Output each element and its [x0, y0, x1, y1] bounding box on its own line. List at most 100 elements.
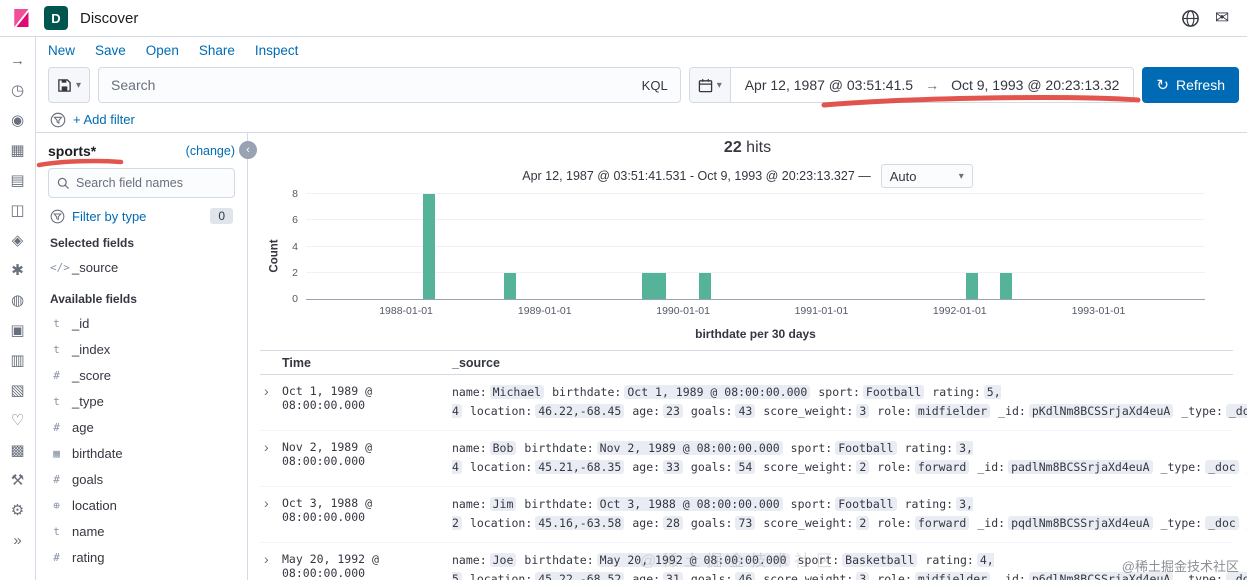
mail-icon[interactable]: ✉ — [1211, 7, 1233, 29]
apm-app-icon[interactable]: ▧ — [3, 375, 33, 405]
y-axis-tick-label: 0 — [292, 293, 298, 305]
metrics-app-icon[interactable]: ▣ — [3, 315, 33, 345]
x-axis-ticks: 1988-01-01 1989-01-01 1990-01-01 1991-01-01… — [306, 305, 1205, 320]
field-age[interactable]: # age — [48, 414, 235, 440]
kql-toggle[interactable]: KQL — [642, 78, 668, 93]
field-value: midfielder — [914, 404, 991, 418]
field-value: pqdlNm8BCSSrjaXd4euA — [1008, 516, 1153, 530]
x-axis-title: birthdate per 30 days — [695, 327, 816, 341]
date-quick-menu-button[interactable]: ▾ — [689, 68, 731, 102]
refresh-label: Refresh — [1175, 77, 1225, 93]
menu-inspect-link[interactable]: Inspect — [255, 43, 299, 58]
nav-expand-icon[interactable]: → — [3, 45, 33, 75]
menu-open-link[interactable]: Open — [146, 43, 179, 58]
field-location[interactable]: ⊕ location — [48, 492, 235, 518]
filter-icon[interactable] — [50, 112, 66, 128]
discover-menu: New Save Open Share Inspect — [36, 37, 1247, 63]
space-avatar[interactable]: D — [44, 6, 68, 30]
field-_source[interactable]: </> _source — [48, 254, 235, 280]
field-_type[interactable]: t _type — [48, 388, 235, 414]
menu-new-link[interactable]: New — [48, 43, 75, 58]
gridline — [306, 271, 1205, 273]
field-name: location — [72, 497, 117, 513]
menu-save-link[interactable]: Save — [95, 43, 126, 58]
field-birthdate[interactable]: ▦ birthdate — [48, 440, 235, 466]
y-axis-tick-label: 2 — [292, 266, 298, 279]
y-axis-title: Count — [268, 239, 281, 273]
search-input[interactable] — [111, 77, 634, 93]
field-_id[interactable]: t _id — [48, 310, 235, 336]
recently-viewed-icon[interactable]: ◷ — [3, 75, 33, 105]
field-value: 33 — [663, 460, 683, 474]
logs-app-icon[interactable]: ▥ — [3, 345, 33, 375]
table-row: › Nov 2, 1989 @ 08:00:00.000 name: Bob birth… — [260, 431, 1247, 487]
index-pattern-name[interactable]: sports* — [48, 143, 96, 159]
histogram-bar[interactable] — [642, 272, 655, 299]
histogram-bar[interactable] — [653, 272, 666, 299]
menu-share-link[interactable]: Share — [199, 43, 235, 58]
discover-app-icon[interactable]: ◉ — [3, 105, 33, 135]
available-fields-list: t _id t _index # _score t _type # age ▦ birthdate # g… — [46, 310, 237, 570]
field-value: _doc — [1205, 460, 1239, 474]
field-name[interactable]: t name — [48, 518, 235, 544]
add-filter-button[interactable]: + Add filter — [73, 112, 135, 127]
dev-tools-app-icon[interactable]: ⚒ — [3, 465, 33, 495]
filter-type-icon — [50, 209, 65, 223]
siem-app-icon[interactable]: ▩ — [3, 435, 33, 465]
field-value: Oct 3, 1988 @ 08:00:00.000 — [596, 497, 783, 511]
histogram-bar[interactable] — [422, 194, 435, 299]
saved-query-menu-button[interactable]: ▾ — [48, 67, 91, 103]
field-name: goals: — [690, 460, 733, 474]
field-value: 2 — [856, 460, 870, 474]
visualize-app-icon[interactable]: ▦ — [3, 135, 33, 165]
kibana-discover-page: D Discover ✉ → ◷ ◉ ▦ ▤ ◫ ◈ ✱ ◍ ▣ ▥ ▧ ♡ ▩ ⚒ ⚙» New Save Op… — [0, 0, 1247, 580]
maps-app-icon[interactable]: ◈ — [3, 225, 33, 255]
chevron-down-icon: ▾ — [76, 79, 82, 91]
collapse-sidebar-button[interactable]: ‹ — [239, 141, 257, 159]
expand-row-button[interactable]: › — [260, 495, 282, 533]
query-bar: ▾ KQL ▾ — [36, 63, 1247, 107]
field-_score[interactable]: # _score — [48, 362, 235, 388]
field-name: _source — [72, 259, 119, 275]
management-app-icon[interactable]: ⚙ — [3, 495, 33, 525]
histogram-bar[interactable] — [965, 272, 978, 299]
field-name: location: — [469, 404, 533, 418]
dashboard-app-icon[interactable]: ▤ — [3, 165, 33, 195]
field-search-input[interactable] — [76, 176, 226, 190]
date-picker: ▾ Apr 12, 1987 @ 03:51:41.5 → Oct 9, 199… — [688, 67, 1135, 103]
machine-learning-app-icon[interactable]: ✱ — [3, 255, 33, 285]
change-index-pattern-link[interactable]: (change) — [186, 144, 235, 158]
field-name: name: — [452, 497, 487, 511]
field-value: _doc — [1225, 404, 1247, 418]
collapse-nav-icon[interactable]: » — [3, 525, 33, 555]
uptime-app-icon[interactable]: ♡ — [3, 405, 33, 435]
histogram-bar[interactable] — [699, 272, 712, 299]
field-value: _doc — [1205, 516, 1239, 530]
field-value: Football — [862, 385, 925, 399]
field-value: _doc — [1225, 572, 1247, 580]
field-_index[interactable]: t _index — [48, 336, 235, 362]
y-axis-tick-label: 4 — [292, 240, 298, 253]
interval-select[interactable]: Auto ▾ — [880, 164, 973, 188]
row-time: Nov 2, 1989 @ 08:00:00.000 — [282, 440, 373, 468]
date-range: Apr 12, 1987 @ 03:51:41.5 → Oct 9, 1993 … — [731, 77, 1134, 93]
column-header-time[interactable]: Time — [260, 356, 452, 370]
kibana-logo-icon[interactable] — [8, 5, 34, 31]
graph-app-icon[interactable]: ◍ — [3, 285, 33, 315]
canvas-app-icon[interactable]: ◫ — [3, 195, 33, 225]
start-date-button[interactable]: Apr 12, 1987 @ 03:51:41.5 — [745, 77, 913, 93]
field-name: goals — [72, 471, 104, 487]
refresh-button[interactable]: ↻ Refresh — [1142, 67, 1239, 103]
expand-row-button[interactable]: › — [260, 439, 282, 477]
field-goals[interactable]: # goals — [48, 466, 235, 492]
histogram-bar[interactable] — [999, 272, 1012, 299]
filter-by-type-button[interactable]: Filter by type 0 — [50, 208, 233, 224]
globe-icon[interactable] — [1179, 7, 1201, 29]
expand-row-button[interactable]: › — [260, 551, 282, 580]
field-type-icon: </> — [50, 260, 70, 274]
end-date-button[interactable]: Oct 9, 1993 @ 20:23:13.32 — [951, 77, 1119, 93]
expand-row-button[interactable]: › — [260, 383, 282, 421]
x-axis-tick-label: 1991-01-01 — [794, 305, 849, 317]
field-rating[interactable]: # rating — [48, 544, 235, 570]
histogram-bar[interactable] — [503, 272, 516, 299]
